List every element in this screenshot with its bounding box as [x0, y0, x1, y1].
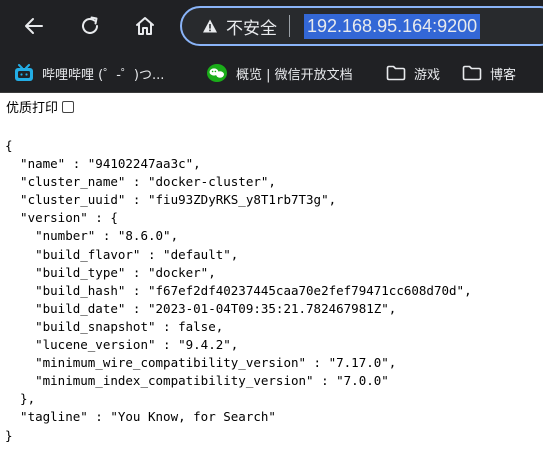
json-line: "lucene_version" : "9.4.2", — [5, 337, 239, 353]
bookmark-folder-blog[interactable]: 博客 — [462, 60, 516, 86]
bookmark-folder-game[interactable]: 游戏 — [386, 60, 440, 86]
pretty-print-label: 优质打印 — [6, 101, 59, 116]
json-response: { "name" : "94102247aa3c", "cluster_name… — [5, 137, 472, 445]
json-line: "tagline" : "You Know, for Search" — [5, 409, 276, 425]
json-line: "build_date" : "2023-01-04T09:35:21.7824… — [5, 300, 397, 316]
json-line: "minimum_index_compatibility_version" : … — [5, 373, 389, 389]
warning-triangle-icon — [203, 19, 217, 33]
browser-toolbar: 不安全 192.168.95.164:9200 — [0, 0, 543, 54]
json-line: } — [5, 427, 13, 443]
pretty-print-toggle: 优质打印 — [6, 97, 75, 116]
wechat-icon — [207, 64, 227, 82]
reload-button[interactable] — [72, 8, 108, 44]
json-line: "name" : "94102247aa3c", — [5, 156, 201, 172]
home-button[interactable] — [127, 8, 163, 44]
bookmark-label: 游戏 — [414, 67, 441, 83]
reload-icon — [82, 16, 98, 34]
page-content: 优质打印 { "name" : "94102247aa3c", "cluster… — [0, 93, 543, 460]
bookmark-label: 哔哩哔哩 (゜-゜)つ... — [42, 67, 165, 83]
json-line: "cluster_uuid" : "fiu93ZDyRKS_y8T1rb7T3g… — [5, 192, 337, 208]
json-line: "build_flavor" : "default", — [5, 246, 239, 262]
bookmark-wechat-docs[interactable]: 概览 | 微信开放文档 — [206, 60, 353, 86]
omnibox-divider — [289, 15, 290, 37]
json-line: "build_hash" : "f67ef2df40237445caa70e2f… — [5, 282, 472, 298]
json-line: }, — [5, 391, 36, 407]
url-text[interactable]: 192.168.95.164:9200 — [304, 13, 481, 39]
security-chip[interactable]: 不安全 — [202, 12, 277, 40]
json-line: "cluster_name" : "docker-cluster", — [5, 174, 276, 190]
bookmarks-bar: 哔哩哔哩 (゜-゜)つ... 概览 | 微信开放文档 游戏 博客 — [0, 56, 543, 90]
json-line: "build_snapshot" : false, — [5, 318, 224, 334]
bilibili-tv-icon — [15, 64, 33, 81]
bookmark-bilibili[interactable]: 哔哩哔哩 (゜-゜)つ... — [14, 60, 164, 86]
bookmark-label: 博客 — [490, 67, 517, 83]
security-label: 不安全 — [226, 18, 277, 39]
json-line: "build_type" : "docker", — [5, 264, 216, 280]
json-line: { — [5, 138, 13, 153]
address-bar[interactable]: 不安全 192.168.95.164:9200 — [180, 6, 543, 46]
json-line: "minimum_wire_compatibility_version" : "… — [5, 355, 397, 371]
folder-icon — [386, 65, 406, 81]
browser-chrome: 不安全 192.168.95.164:9200 哔哩哔哩 (゜-゜)つ... 概… — [0, 0, 543, 93]
json-line: "version" : { — [5, 210, 118, 226]
back-arrow-icon — [25, 18, 43, 34]
pretty-print-checkbox[interactable] — [62, 100, 75, 113]
json-line: "number" : "8.6.0", — [5, 228, 179, 244]
folder-icon — [462, 65, 482, 81]
back-button[interactable] — [16, 8, 52, 44]
bookmark-label: 概览 | 微信开放文档 — [236, 67, 353, 83]
home-icon — [136, 17, 154, 35]
